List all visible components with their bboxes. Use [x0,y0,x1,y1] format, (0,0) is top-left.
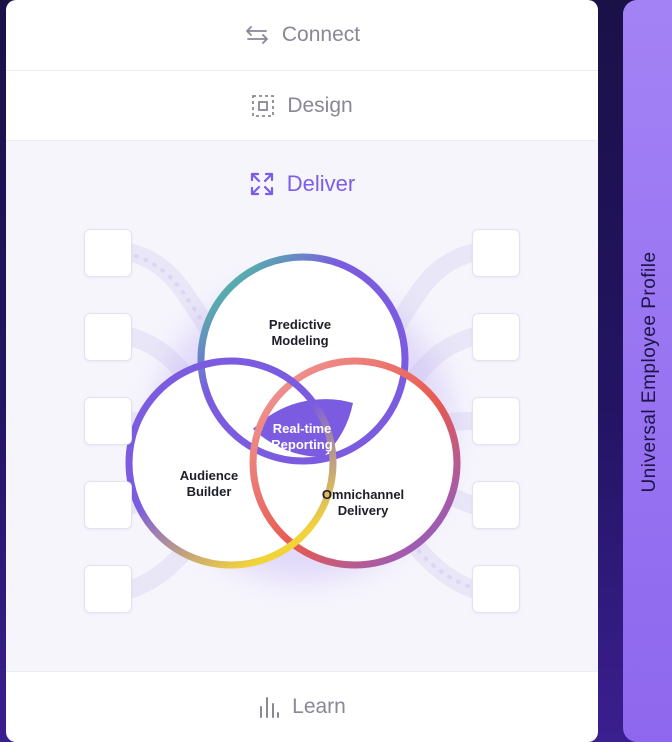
right-node-2 [472,313,520,361]
tab-learn[interactable]: Learn [6,672,598,742]
venn-left-line2: Builder [187,484,232,499]
tab-design-label: Design [287,93,353,117]
bar-chart-icon [258,695,280,719]
left-node-4 [84,481,132,529]
venn-top-line2: Modeling [271,333,328,348]
venn-center-line1: Real-time [273,421,332,436]
tab-design[interactable]: Design [6,71,598,141]
right-node-4 [472,481,520,529]
left-node-1 [84,229,132,277]
right-node-1 [472,229,520,277]
venn-right-line1: Omnichannel [322,487,404,502]
tab-deliver[interactable]: Deliver [6,141,598,227]
right-node-5 [472,565,520,613]
tab-connect[interactable]: Connect [6,0,598,71]
expand-arrows-icon [249,171,275,197]
left-node-5 [84,565,132,613]
tab-learn-label: Learn [292,695,346,718]
venn-top-line1: Predictive [269,317,331,332]
right-node-3 [472,397,520,445]
venn-left-line1: Audience [180,468,239,483]
venn-right-line2: Delivery [338,503,389,518]
product-panel: Connect Design Predictive Modeling Audie… [6,0,598,742]
deliver-section: Predictive Modeling Audience Builder Omn… [6,141,598,672]
tab-deliver-label: Deliver [286,171,356,196]
left-node-2 [84,313,132,361]
left-node-3 [84,397,132,445]
swap-arrows-icon [244,25,270,45]
universal-employee-profile-label: Universal Employee Profile [639,251,660,493]
tab-connect-label: Connect [281,23,361,46]
frame-select-icon [251,94,275,118]
venn-center-line2: Reporting [271,437,332,452]
